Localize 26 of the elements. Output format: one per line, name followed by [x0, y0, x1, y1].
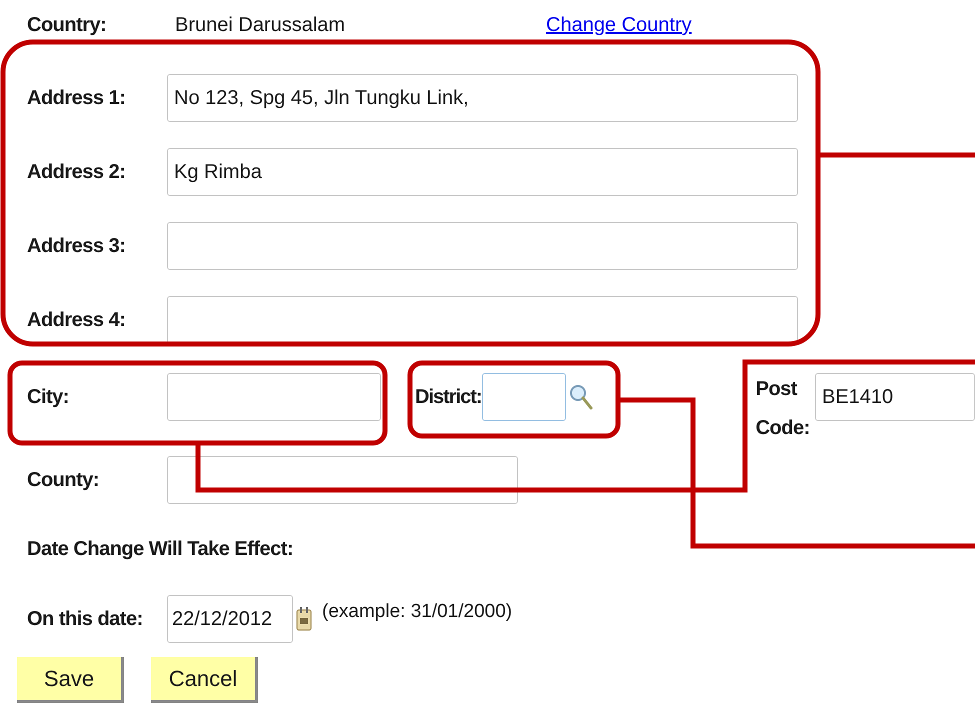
search-icon[interactable]: [568, 384, 593, 410]
calendar-icon[interactable]: [296, 607, 312, 631]
form-button[interactable]: Save: [17, 657, 124, 703]
field-label: On this date:: [27, 607, 144, 632]
field-label: City:: [27, 385, 70, 410]
input-field[interactable]: BE1410: [815, 373, 975, 421]
country-value: Brunei Darussalam: [175, 13, 346, 38]
field-label: Address 1:: [27, 86, 126, 111]
input-field[interactable]: [482, 373, 566, 421]
input-field[interactable]: [167, 222, 798, 270]
field-label: Address 2:: [27, 160, 126, 185]
field-label: County:: [27, 468, 100, 493]
field-label: Country:: [27, 13, 108, 38]
section-heading: Date Change Will Take Effect:: [27, 537, 294, 562]
form-button[interactable]: Cancel: [151, 657, 258, 703]
input-field[interactable]: Kg Rimba: [167, 148, 798, 196]
input-field[interactable]: 22/12/2012: [167, 595, 293, 643]
date-example: (example: 31/01/2000): [322, 600, 512, 624]
input-field[interactable]: [167, 373, 381, 421]
input-field[interactable]: No 123, Spg 45, Jln Tungku Link,: [167, 74, 798, 122]
field-label: District:: [415, 385, 482, 410]
field-label: Post Code:: [756, 377, 811, 441]
field-label: Address 3:: [27, 234, 126, 259]
change-country-link[interactable]: Change Country: [546, 10, 692, 40]
field-label: Address 4:: [27, 308, 126, 333]
input-field[interactable]: [167, 296, 798, 344]
